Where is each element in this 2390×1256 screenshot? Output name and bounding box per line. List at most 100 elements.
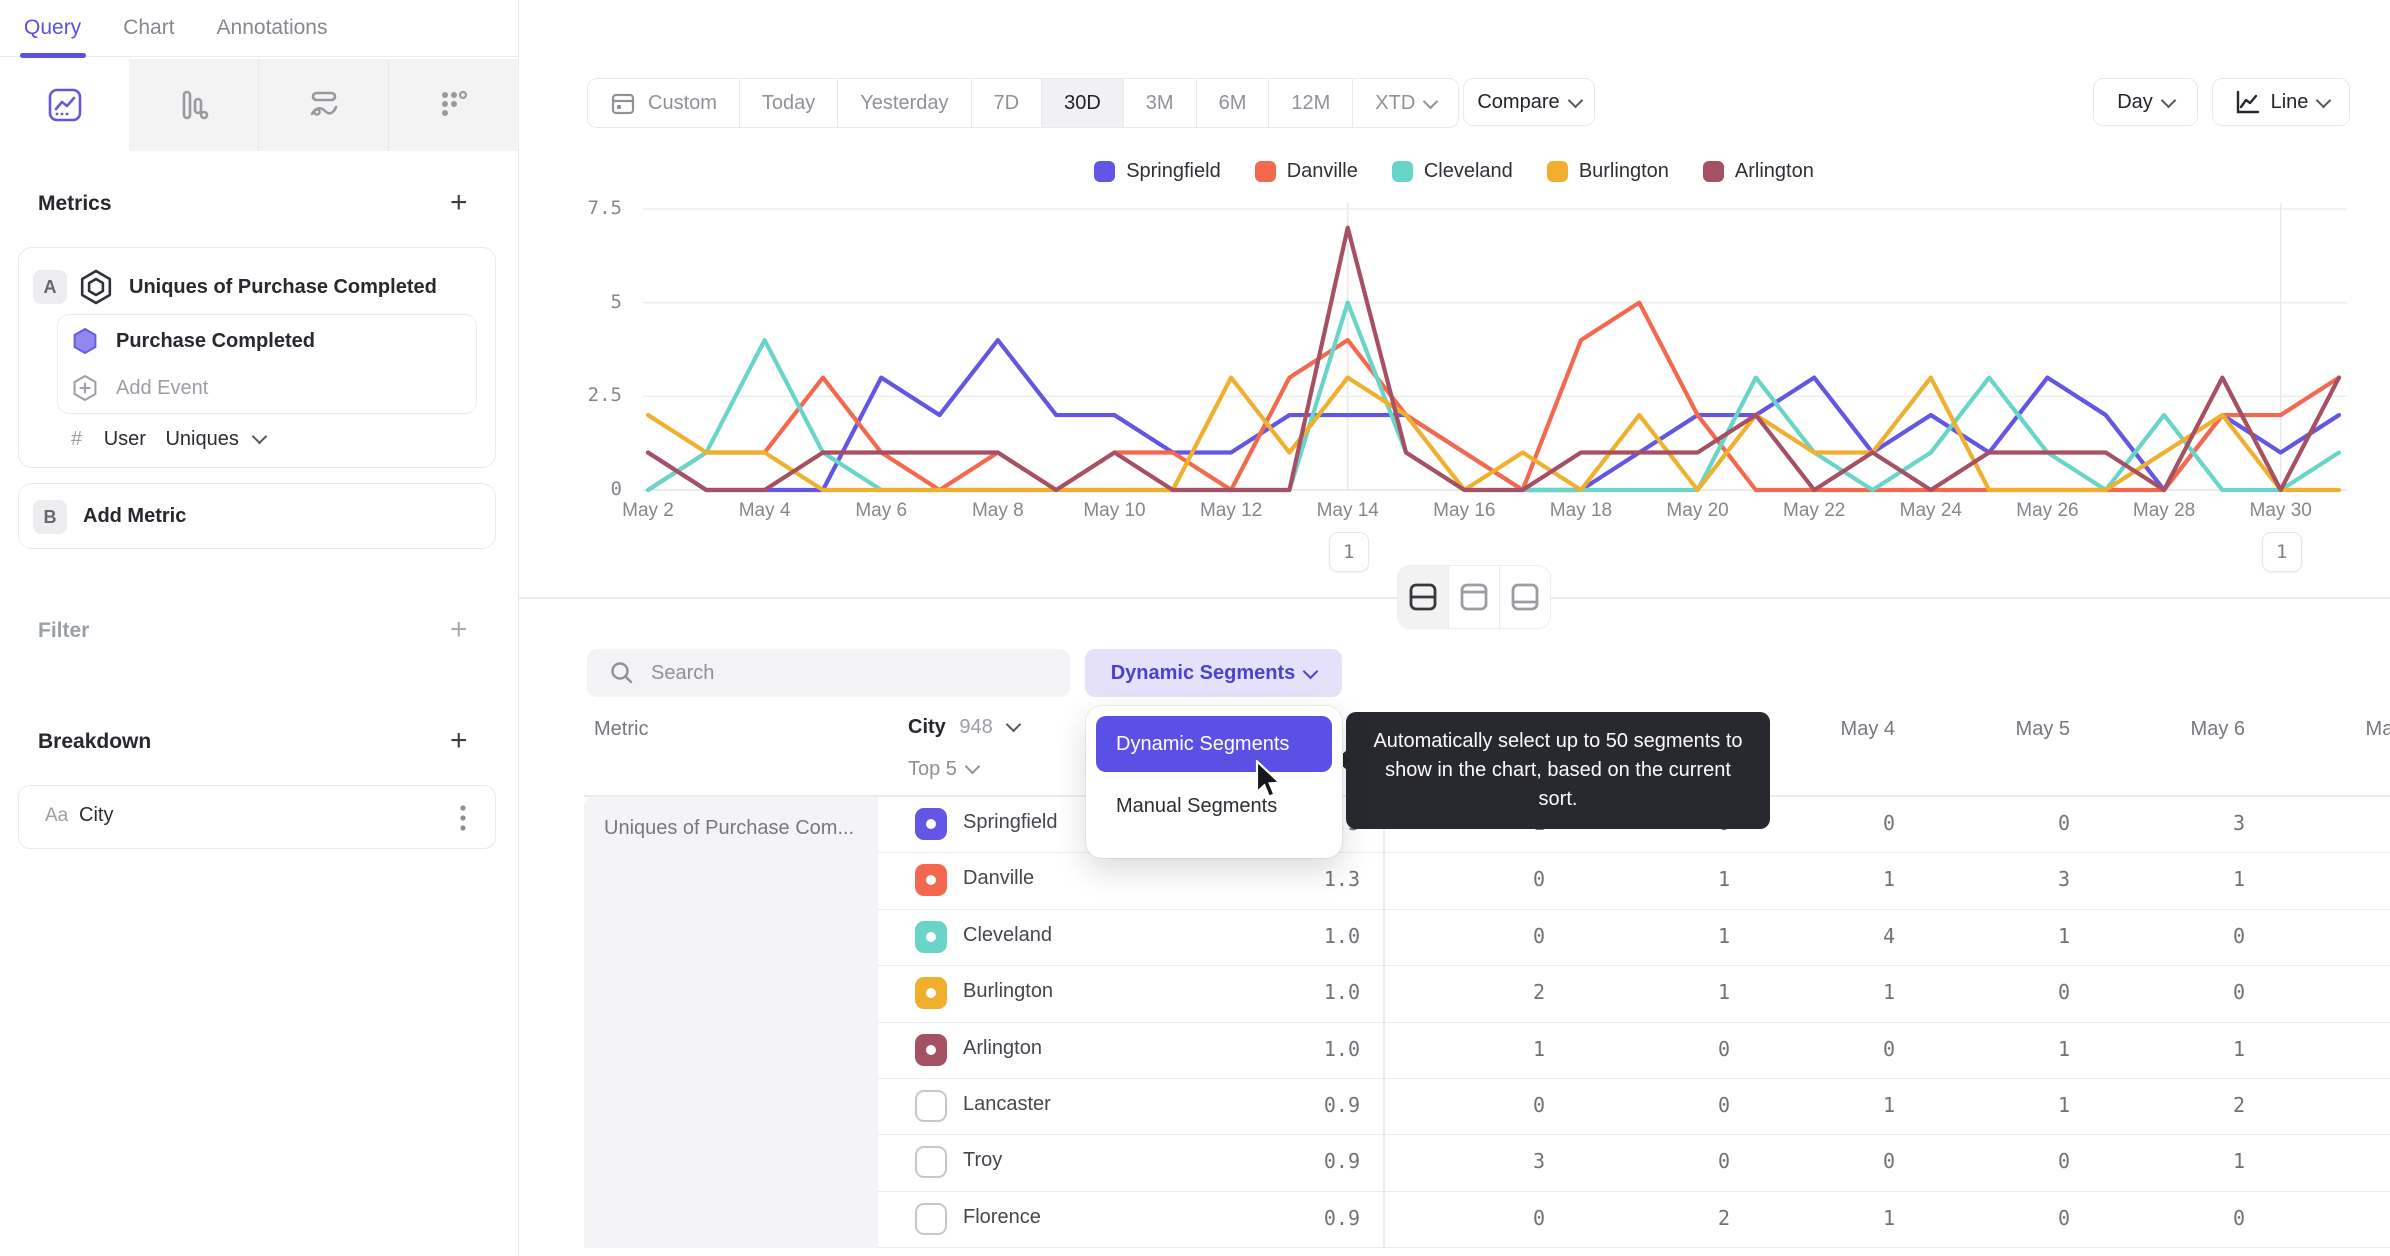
cell-value: 0 [1532, 867, 1545, 892]
segment-checkbox[interactable] [915, 808, 947, 840]
x-axis-tick: May 16 [1433, 500, 1496, 521]
breakdown-property-card[interactable]: Aa City [18, 785, 496, 849]
x-axis-tick: May 26 [2016, 500, 2079, 521]
cell-value: 0 [1532, 1093, 1545, 1117]
cell-value: 0 [1717, 1149, 1730, 1174]
cell-value: 0 [2057, 980, 2070, 1005]
breakdown-heading: Breakdown [38, 730, 152, 753]
cell-value: 1 [1532, 1036, 1545, 1061]
cell-value: 0.9 [1323, 1093, 1360, 1117]
cell-value: 0.9 [1323, 1149, 1360, 1174]
cell-value: 1 [1882, 1093, 1895, 1117]
cell-value: 0 [1882, 1036, 1895, 1061]
date-column-header: May 5 [2015, 718, 2070, 740]
menu-item-dynamic-segments[interactable]: Dynamic Segments [1096, 716, 1332, 772]
x-axis-tick: May 2 [622, 500, 674, 521]
cell-value: 1 [2232, 867, 2245, 892]
cell-value: 1.0 [1323, 923, 1360, 948]
y-axis-tick: 0 [610, 478, 622, 500]
bottom-panel-icon [1511, 583, 1539, 611]
annotation-badge[interactable]: 1 [2261, 532, 2302, 572]
segment-checkbox[interactable] [915, 864, 947, 897]
cell-value: 0 [1882, 1149, 1895, 1174]
cell-value: 4 [1882, 923, 1895, 948]
table-column-divider [1383, 797, 1385, 1248]
annotation-badge[interactable]: 1 [1328, 532, 1369, 572]
cell-value: 2 [2232, 1093, 2245, 1117]
segment-name: Troy [963, 1149, 1003, 1172]
segments-tooltip: Automatically select up to 50 segments t… [1335, 712, 1770, 829]
cell-value: 0 [1532, 1205, 1545, 1230]
cell-value: 0 [1717, 1093, 1730, 1117]
layout-split-button[interactable] [1398, 566, 1449, 628]
x-axis-tick: May 30 [2249, 500, 2312, 521]
top-n-filter[interactable]: Top 5 [908, 758, 981, 781]
cell-value: 3 [2232, 811, 2245, 835]
x-axis-tick: May 6 [855, 500, 908, 521]
table-row: Troy 0.9 3 0 0 0 1 [878, 1135, 2390, 1192]
table-row: Lancaster 0.9 0 0 1 1 2 [878, 1079, 2390, 1136]
segment-checkbox[interactable] [915, 1033, 947, 1066]
segment-checkbox[interactable] [915, 920, 947, 953]
cell-value: 1 [2057, 923, 2070, 948]
chevron-down-icon [964, 758, 981, 775]
cell-value: 0 [2057, 811, 2070, 835]
cell-value: 1 [1882, 867, 1895, 892]
cell-value: 0 [2057, 1149, 2070, 1174]
menu-item-manual-segments[interactable]: Manual Segments [1096, 778, 1332, 834]
y-axis-tick: 7.5 [587, 196, 622, 219]
x-axis-tick: May 10 [1083, 500, 1146, 521]
chevron-down-icon [1006, 716, 1022, 733]
segment-checkbox[interactable] [915, 977, 947, 1010]
segment-checkbox[interactable] [915, 1146, 947, 1179]
cell-value: 1 [1717, 867, 1730, 892]
add-breakdown-button[interactable]: + [450, 726, 468, 756]
layout-chart-only-button[interactable] [1449, 566, 1500, 628]
cell-value: 1 [1717, 980, 1730, 1005]
segment-name: Danville [963, 867, 1035, 890]
metric-cell: Uniques of Purchase Com... [584, 797, 878, 1248]
cell-value: 0 [2232, 923, 2245, 948]
segment-checkbox[interactable] [915, 1090, 947, 1122]
table-row: Cleveland 1.0 0 1 4 1 0 [878, 910, 2390, 967]
date-column-header: May 6 [2190, 718, 2245, 740]
cell-value: 1 [2057, 1036, 2070, 1061]
x-axis-tick: May 12 [1199, 500, 1263, 521]
panel-layout-toggle [1398, 566, 1550, 628]
cell-value: 0 [2232, 980, 2245, 1005]
cell-value: 1.0 [1323, 1036, 1360, 1061]
x-axis-tick: May 4 [738, 500, 791, 521]
segment-name: Springfield [963, 811, 1058, 833]
layout-table-only-button[interactable] [1500, 566, 1550, 628]
series-burlington [645, 375, 2342, 493]
line-chart[interactable]: 0 2.5 5 7.5 May 2 May 4 May 6 May 8 May 10 May 12… [0, 0, 2390, 640]
chevron-down-icon [1302, 663, 1319, 680]
segment-name: Cleveland [963, 923, 1052, 946]
cell-value: 0 [1717, 1036, 1730, 1061]
analytics-app: { "nav": { "tabs": [ {"label": "Query", … [0, 0, 2390, 1256]
cell-value: 1 [1882, 980, 1895, 1005]
cell-value: 3 [1532, 1149, 1545, 1174]
segments-mode-menu: Dynamic Segments Manual Segments [1086, 706, 1342, 858]
breakdown-column-header[interactable]: City 948 [908, 716, 1022, 739]
search-input[interactable] [649, 660, 1033, 686]
cell-value: 1 [2232, 1036, 2245, 1061]
metric-column-header: Metric [594, 718, 649, 740]
x-axis-tick: May 8 [971, 500, 1024, 521]
cell-value: 1.3 [1323, 867, 1360, 892]
segment-checkbox[interactable] [915, 1202, 947, 1235]
cell-value: 0 [2232, 1205, 2245, 1230]
segment-search[interactable] [587, 649, 1070, 697]
cell-value: 1 [2057, 1093, 2070, 1117]
x-axis-tick: May 20 [1666, 500, 1729, 521]
table-row: Danville 1.3 0 1 1 3 1 [878, 853, 2390, 910]
split-rows-icon [1409, 583, 1437, 611]
cell-value: 2 [1532, 980, 1545, 1005]
segments-mode-button[interactable]: Dynamic Segments [1085, 649, 1342, 697]
cell-value: 0.9 [1323, 1205, 1360, 1230]
table-row: Burlington 1.0 2 1 1 0 0 [878, 966, 2390, 1023]
series-arlington [645, 225, 2342, 493]
cell-value: 1 [1882, 1205, 1895, 1230]
breakdown-property-label: City [79, 804, 114, 826]
kebab-menu-icon[interactable] [459, 802, 467, 834]
